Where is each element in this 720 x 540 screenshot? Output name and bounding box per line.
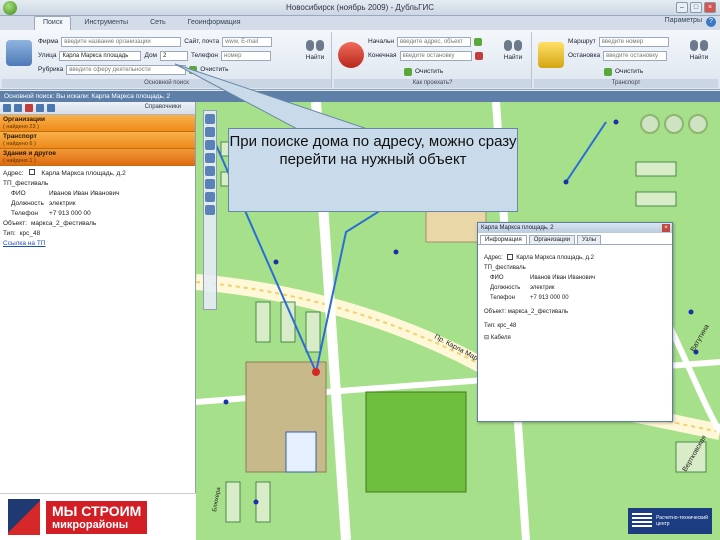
iw-object-value: маркса_2_фестиваль xyxy=(507,309,569,315)
tab-nodes[interactable]: Узлы xyxy=(577,235,602,244)
expand-icon[interactable]: ⊟ xyxy=(484,335,489,341)
info-window-close-button[interactable]: × xyxy=(662,224,670,232)
rtc-logo: Расчетно-технический центр xyxy=(628,508,712,534)
info-window-body: Адрес: Карла Маркса площадь, д.2 ТП_фест… xyxy=(478,245,672,351)
iw-position-label: Должность xyxy=(490,285,521,291)
object-info-window: Карла Маркса площадь, 2 × Информация Орг… xyxy=(477,222,673,422)
iw-address-checkbox[interactable] xyxy=(506,254,513,261)
iw-type-label: Тип: xyxy=(484,323,496,329)
tab-information[interactable]: Информация xyxy=(480,235,527,244)
rtc-logo-mark xyxy=(632,513,653,529)
iw-phone-label: Телефон xyxy=(490,295,515,301)
iw-cable-label[interactable]: Кабеля xyxy=(491,335,511,341)
iw-address-value: Карла Маркса площадь, д.2 xyxy=(516,255,594,261)
iw-object-label: Объект: xyxy=(484,309,507,315)
tooltip-callout: При поиске дома по адресу, можно сразу п… xyxy=(228,128,518,212)
iw-fio-value: Иванов Иван Иванович xyxy=(530,275,596,281)
tab-organizations[interactable]: Организации xyxy=(528,235,576,244)
iw-address-label: Адрес: xyxy=(484,255,503,261)
iw-phone-value: +7 913 000 00 xyxy=(530,295,569,301)
iw-position-value: электрик xyxy=(530,285,555,291)
rtc-logo-text: Расчетно-технический центр xyxy=(656,515,708,527)
info-window-title: Карла Маркса площадь, 2 xyxy=(478,223,672,233)
iw-type-value: крс_48 xyxy=(497,323,517,329)
iw-tp-label: ТП_фестиваль xyxy=(484,265,526,271)
info-window-tabs: Информация Организации Узлы xyxy=(478,233,672,245)
iw-fio-label: ФИО xyxy=(490,275,504,281)
